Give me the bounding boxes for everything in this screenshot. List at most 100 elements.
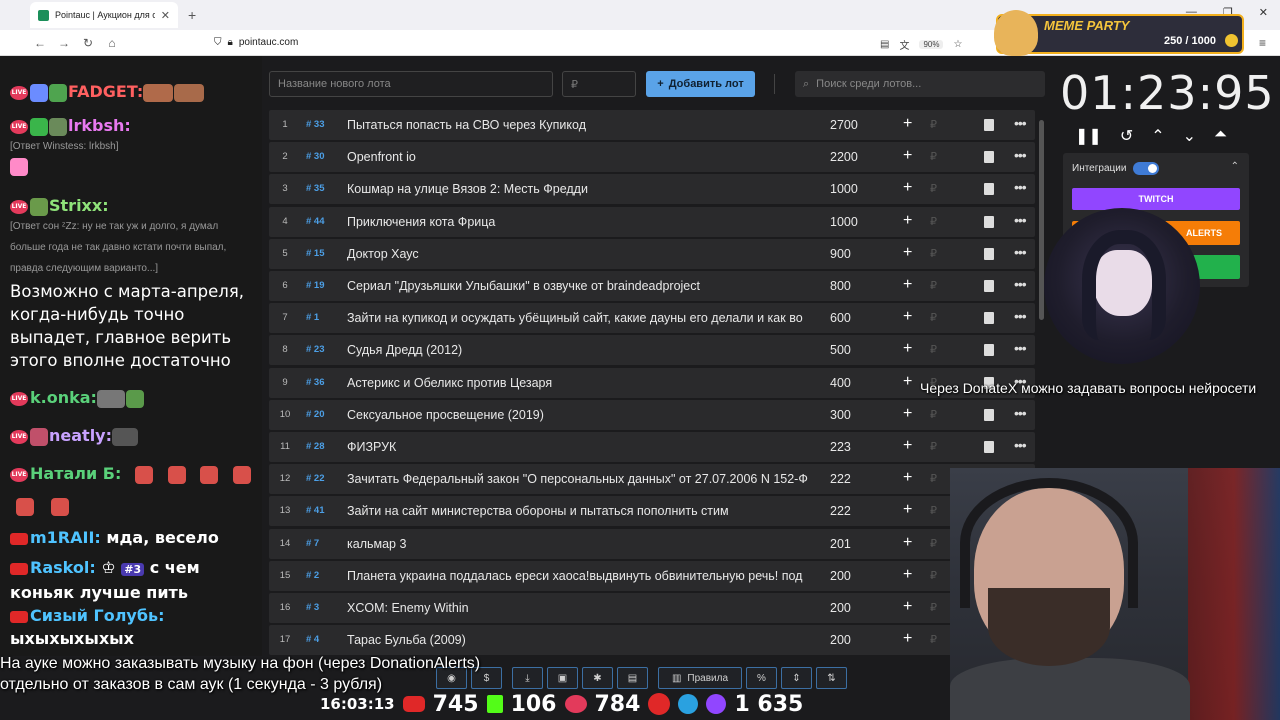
more-icon[interactable]: ••• [1014, 244, 1027, 260]
table-row[interactable]: 10 # 20 Сексуальное просвещение (2019) 300 +… [269, 399, 1035, 430]
chevron-up-icon[interactable]: ⌃ [1151, 126, 1164, 146]
table-row[interactable]: 13 # 41 Зайти на сайт министерства обороны… [269, 496, 1035, 527]
lot-amount[interactable]: 2700 [830, 118, 858, 132]
delete-list-icon[interactable]: ▤ [617, 667, 648, 689]
trash-icon[interactable] [984, 441, 994, 453]
lot-amount[interactable]: 200 [830, 601, 851, 615]
add-amount-icon[interactable]: + [903, 598, 912, 616]
more-icon[interactable]: ••• [1014, 179, 1027, 195]
lot-amount[interactable]: 222 [830, 504, 851, 518]
back-icon[interactable]: ← [28, 36, 52, 50]
lot-name[interactable]: XCOM: Enemy Within [347, 601, 809, 615]
lot-name[interactable]: Тарас Бульба (2009) [347, 633, 809, 647]
lot-amount[interactable]: 222 [830, 472, 851, 486]
url-bar[interactable]: ⛉ 🔒︎ pointauc.com [214, 37, 298, 48]
add-amount-icon[interactable]: + [903, 115, 912, 133]
add-amount-icon[interactable]: + [903, 147, 912, 165]
lot-amount[interactable]: 300 [830, 408, 851, 422]
lot-amount[interactable]: 400 [830, 376, 851, 390]
trash-icon[interactable] [984, 215, 994, 228]
pause-icon[interactable]: ❚❚ [1075, 126, 1102, 146]
trash-icon[interactable] [984, 312, 994, 325]
lot-amount[interactable]: 201 [830, 537, 851, 551]
lot-name[interactable]: Зачитать Федеральный закон "О персональн… [347, 472, 809, 486]
more-icon[interactable]: ••• [1014, 147, 1027, 163]
trash-icon[interactable] [984, 408, 994, 421]
table-row[interactable]: 4 # 44 Приключения кота Фрица 1000 + ₽ ••• [269, 206, 1035, 237]
more-icon[interactable]: ••• [1014, 212, 1027, 228]
lot-amount[interactable]: 1000 [830, 182, 858, 196]
lot-name[interactable]: Приключения кота Фрица [347, 215, 809, 229]
browser-tab[interactable]: Pointauc | Аукцион для стрима ✕ [30, 2, 178, 28]
split-icon[interactable]: ⇕ [781, 667, 812, 689]
lot-amount[interactable]: 200 [830, 633, 851, 647]
lot-amount[interactable]: 1000 [830, 215, 858, 229]
lot-name[interactable]: Судья Дредд (2012) [347, 343, 809, 357]
translate-icon[interactable]: 文 [899, 37, 909, 52]
add-amount-icon[interactable]: + [903, 308, 912, 326]
menu-icon[interactable]: ≡ [1259, 36, 1266, 50]
lot-name[interactable]: Пытаться попасть на СВО через Купикод [347, 118, 809, 132]
window-close-icon[interactable]: ✕ [1259, 6, 1268, 19]
lot-name[interactable]: Астерикс и Обеликс против Цезаря [347, 376, 809, 390]
add-amount-icon[interactable]: + [903, 179, 912, 197]
new-lot-input[interactable]: Название нового лота [269, 71, 553, 97]
lot-name[interactable]: Сексуальное просвещение (2019) [347, 408, 809, 422]
add-amount-icon[interactable]: + [903, 630, 912, 648]
lot-name[interactable]: Доктор Хаус [347, 247, 809, 261]
close-icon[interactable]: ✕ [161, 9, 170, 22]
chevron-down-icon[interactable]: ⌄ [1183, 126, 1196, 146]
table-row[interactable]: 15 # 2 Планета украина поддалась ереси хао… [269, 560, 1035, 591]
trash-icon[interactable] [984, 183, 994, 196]
add-lot-button[interactable]: + Добавить лот [646, 71, 755, 97]
lot-name[interactable]: ФИЗРУК [347, 440, 809, 454]
table-row[interactable]: 5 # 15 Доктор Хаус 900 + ₽ ••• [269, 238, 1035, 269]
table-row[interactable]: 7 # 1 Зайти на купикод и осуждать убёщиный… [269, 303, 1035, 334]
add-amount-icon[interactable]: + [903, 340, 912, 358]
integrations-toggle[interactable] [1133, 162, 1159, 175]
more-icon[interactable]: ••• [1014, 115, 1027, 131]
lot-amount[interactable]: 200 [830, 569, 851, 583]
add-amount-icon[interactable]: + [903, 276, 912, 294]
lot-name[interactable]: Сериал "Друзьяшки Улыбашки" в озвучке от… [347, 279, 809, 293]
rules-button[interactable]: ▥ Правила [658, 667, 742, 689]
trash-icon[interactable] [984, 119, 994, 131]
add-amount-icon[interactable]: + [903, 437, 912, 455]
lot-amount[interactable]: 2200 [830, 150, 858, 164]
home-icon[interactable]: ⌂ [100, 36, 124, 50]
table-row[interactable]: 16 # 3 XCOM: Enemy Within 200 + ₽ [269, 593, 1035, 623]
double-up-icon[interactable]: ⏶ [1214, 126, 1227, 146]
twitch-button[interactable]: TWITCH [1072, 188, 1240, 210]
table-row[interactable]: 3 # 35 Кошмар на улице Вязов 2: Месть Фред… [269, 174, 1035, 205]
lot-name[interactable]: Планета украина поддалась ереси хаоса!вы… [347, 569, 809, 583]
lot-amount[interactable]: 223 [830, 440, 851, 454]
trash-icon[interactable] [984, 151, 994, 164]
add-amount-icon[interactable]: + [903, 501, 912, 519]
reader-icon[interactable]: ▤ [880, 39, 889, 50]
table-row[interactable]: 1 # 33 Пытаться попасть на СВО через Купик… [269, 110, 1035, 140]
table-row[interactable]: 12 # 22 Зачитать Федеральный закон "О перс… [269, 464, 1035, 495]
add-amount-icon[interactable]: + [903, 244, 912, 262]
add-amount-icon[interactable]: + [903, 534, 912, 552]
trash-icon[interactable] [984, 280, 994, 292]
table-row[interactable]: 2 # 30 Openfront io 2200 + ₽ ••• [269, 142, 1035, 173]
price-input[interactable]: ₽ [562, 71, 636, 97]
chevron-up-icon[interactable]: ⌃ [1231, 161, 1239, 172]
lot-name[interactable]: Openfront io [347, 150, 809, 164]
percent-button[interactable]: % [746, 667, 777, 689]
table-row[interactable]: 8 # 23 Судья Дредд (2012) 500 + ₽ ••• [269, 335, 1035, 366]
lot-name[interactable]: Зайти на купикод и осуждать убёщиный сай… [347, 311, 809, 325]
lot-name[interactable]: Зайти на сайт министерства обороны и пыт… [347, 504, 809, 518]
table-row[interactable]: 17 # 4 Тарас Бульба (2009) 200 + ₽ [269, 625, 1035, 656]
bug-icon[interactable]: ✱ [582, 667, 613, 689]
bookmark-icon[interactable]: ☆ [953, 39, 962, 50]
new-tab-icon[interactable]: + [188, 7, 196, 23]
table-row[interactable]: 11 # 28 ФИЗРУК 223 + ₽ ••• [269, 432, 1035, 462]
reset-icon[interactable]: ↺ [1120, 126, 1133, 146]
lot-amount[interactable]: 500 [830, 343, 851, 357]
reload-icon[interactable]: ↻ [76, 36, 100, 50]
lot-name[interactable]: Кошмар на улице Вязов 2: Месть Фредди [347, 182, 809, 196]
more-icon[interactable]: ••• [1014, 276, 1027, 292]
trash-icon[interactable] [984, 344, 994, 357]
add-amount-icon[interactable]: + [903, 566, 912, 584]
